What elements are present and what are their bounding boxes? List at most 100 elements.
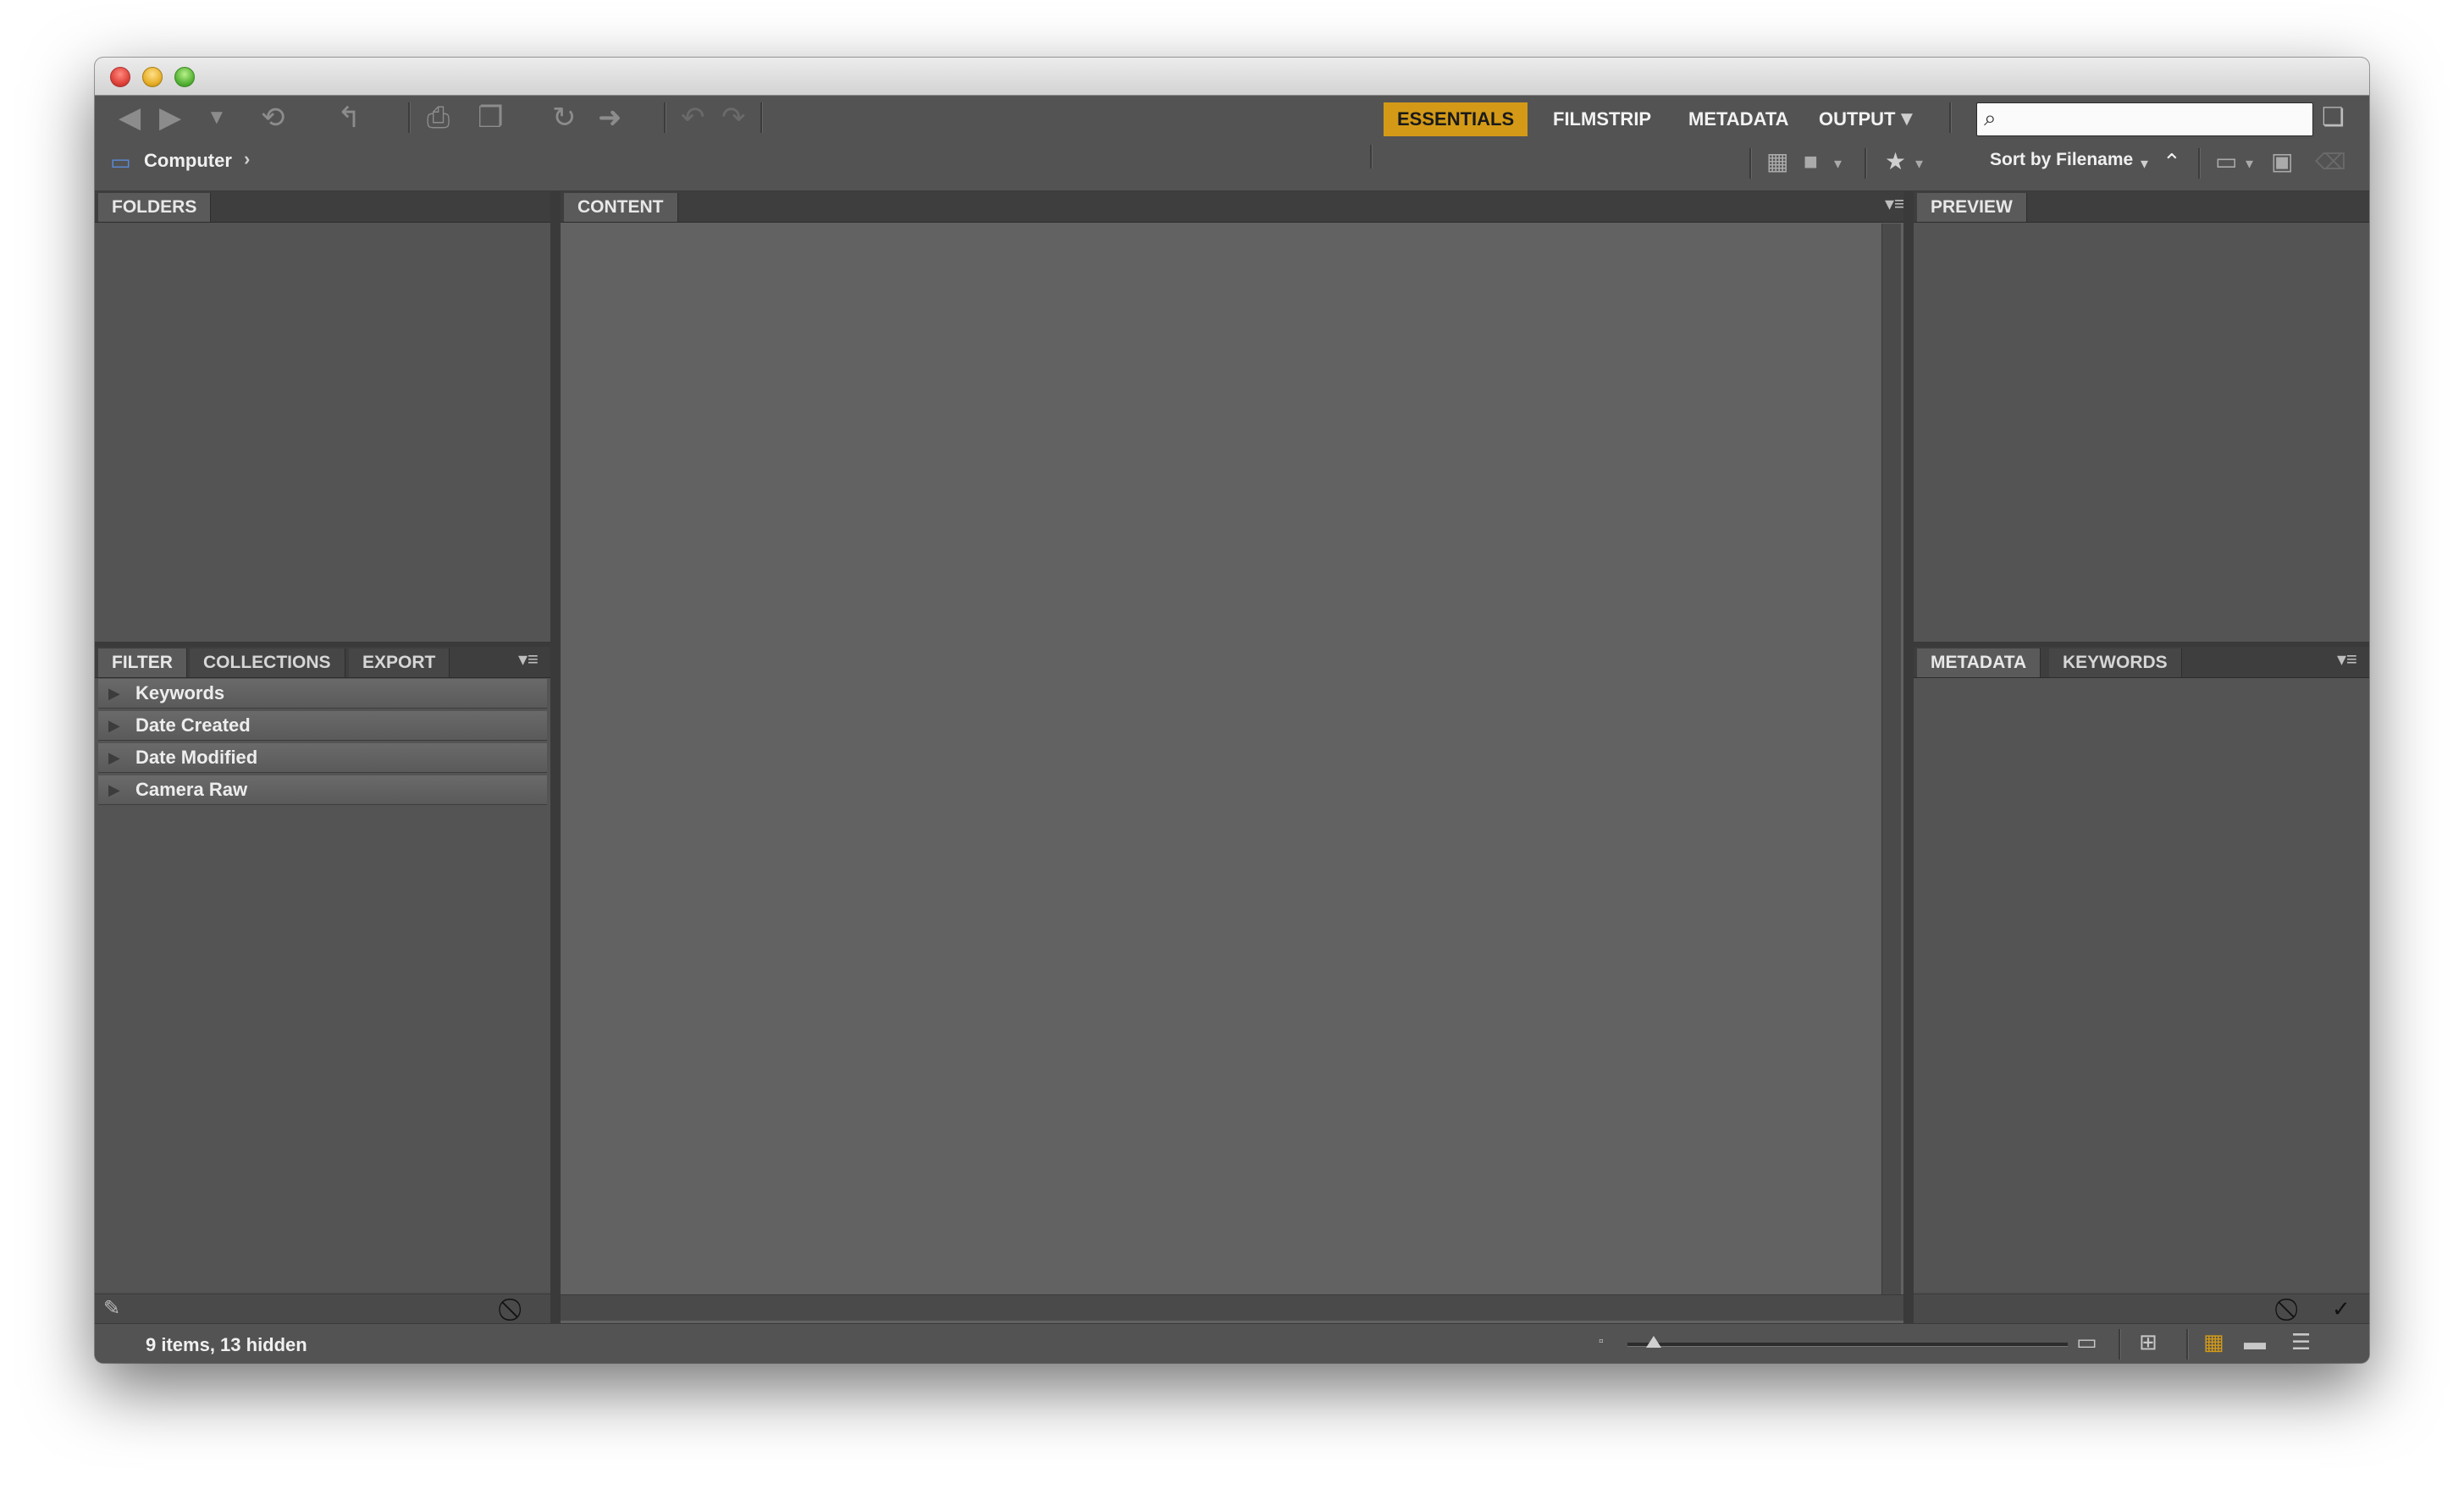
- preview-panel: PREVIEW: [1914, 191, 2369, 642]
- folders-panel: FOLDERS: [95, 191, 550, 642]
- workspace-metadata[interactable]: METADATA: [1675, 102, 1803, 136]
- search-icon: ⌕: [1984, 105, 1997, 130]
- toolbar-separator: [664, 102, 666, 133]
- toolbar-separator: [760, 102, 763, 133]
- compact-mode-icon[interactable]: ❏: [2322, 101, 2345, 135]
- disclosure-triangle-icon[interactable]: ▶: [108, 775, 120, 804]
- status-bar: 9 items, 13 hidden ▫ ▭ ⊞ ▦ ▬ ☰: [95, 1323, 2369, 1363]
- view-options-dropdown-icon[interactable]: ▾: [1834, 146, 1842, 180]
- statusbar-separator: [2186, 1329, 2189, 1360]
- computer-icon: ▭: [110, 149, 131, 174]
- content-vertical-scrollbar[interactable]: [1881, 223, 1901, 1294]
- recent-folder-dropdown-icon[interactable]: ▾: [2246, 146, 2253, 180]
- view-options-icon[interactable]: ■: [1804, 145, 1818, 179]
- content-panel: CONTENT ▾≡: [561, 191, 1915, 1323]
- content-tabbar: CONTENT ▾≡: [561, 191, 1915, 223]
- toolbar-separator: [1749, 148, 1752, 179]
- open-file-icon[interactable]: ➜: [598, 101, 622, 135]
- path-computer[interactable]: Computer: [144, 150, 232, 172]
- app-toolbar: ◀ ▶ ▼ ⟲ ↰ ⎙ ❐ ↻ ➜ ↶ ↷ ESSENTIALS FILMSTR…: [95, 96, 2369, 191]
- metadata-panel-footer: ⃠ ✓: [1914, 1294, 2369, 1323]
- sort-by-filename[interactable]: Sort by Filename: [1990, 150, 2133, 170]
- quality-options-icon[interactable]: ▦: [1766, 145, 1788, 179]
- view-details-icon[interactable]: ▬: [2244, 1329, 2266, 1355]
- filter-row-camera-raw[interactable]: ▶ Camera Raw: [98, 775, 547, 805]
- small-thumbnail-icon[interactable]: ▫: [1599, 1334, 1604, 1349]
- workspace-essentials[interactable]: ESSENTIALS: [1384, 102, 1528, 136]
- forward-arrow-icon[interactable]: ▶: [159, 101, 181, 135]
- workspace-dropdown-icon[interactable]: ▼: [1897, 102, 1917, 136]
- filter-row-date-created[interactable]: ▶ Date Created: [98, 711, 547, 741]
- workspace-filmstrip[interactable]: FILMSTRIP: [1539, 102, 1665, 136]
- filter-label: Keywords: [135, 682, 225, 703]
- toolbar-separator: [2198, 148, 2201, 179]
- filter-label: Date Modified: [135, 747, 258, 768]
- metadata-tabbar: METADATA KEYWORDS ▾≡: [1914, 647, 2369, 678]
- toolbar-separator: [408, 102, 411, 133]
- rotate-icon[interactable]: ↻: [552, 101, 577, 135]
- metadata-panel: METADATA KEYWORDS ▾≡: [1914, 647, 2369, 1292]
- title-bar: [95, 58, 2369, 96]
- rotate-right-icon[interactable]: ↷: [721, 101, 746, 135]
- disclosure-triangle-icon[interactable]: ▶: [108, 679, 120, 708]
- filter-panel-footer: ✎ ⃠: [95, 1294, 550, 1323]
- large-thumbnail-icon[interactable]: ▭: [2076, 1329, 2097, 1355]
- back-arrow-icon[interactable]: ◀: [119, 101, 141, 135]
- right-column-splitter[interactable]: [1903, 191, 1914, 1323]
- filter-label: Date Created: [135, 714, 251, 736]
- delete-icon[interactable]: ⌫: [2315, 145, 2346, 179]
- filter-panel: FILTER COLLECTIONS EXPORT ▾≡ ▶ Keywords …: [95, 647, 550, 1292]
- close-window-button[interactable]: [110, 67, 130, 87]
- camera-download-icon[interactable]: ⎙: [427, 101, 450, 135]
- disclosure-triangle-icon[interactable]: ▶: [108, 711, 120, 740]
- panel-menu-icon[interactable]: ▾≡: [518, 648, 539, 670]
- grid-lock-icon[interactable]: ⊞: [2139, 1329, 2157, 1355]
- open-recent-folder-icon[interactable]: ▭: [2215, 145, 2237, 179]
- thumbnail-size-slider[interactable]: [1627, 1336, 2068, 1348]
- rating-dropdown-icon[interactable]: ▾: [1915, 146, 1923, 180]
- filter-row-keywords[interactable]: ▶ Keywords: [98, 679, 547, 709]
- refine-icon[interactable]: ❐: [478, 101, 503, 135]
- tab-keywords[interactable]: KEYWORDS: [2049, 648, 2182, 677]
- left-column-splitter[interactable]: [550, 191, 561, 1323]
- statusbar-separator: [2119, 1329, 2121, 1360]
- minimize-window-button[interactable]: [142, 67, 163, 87]
- content-horizontal-scrollbar[interactable]: [561, 1294, 1903, 1321]
- sort-dropdown-icon[interactable]: ▾: [2141, 146, 2148, 180]
- star-rating-icon[interactable]: ★: [1885, 145, 1906, 179]
- folders-tabbar: FOLDERS: [95, 191, 550, 223]
- filter-row-date-modified[interactable]: ▶ Date Modified: [98, 743, 547, 773]
- filter-label: Camera Raw: [135, 779, 248, 800]
- bridge-window: ◀ ▶ ▼ ⟲ ↰ ⎙ ❐ ↻ ➜ ↶ ↷ ESSENTIALS FILMSTR…: [95, 58, 2369, 1363]
- tab-export[interactable]: EXPORT: [349, 648, 450, 677]
- search-input[interactable]: ⌕: [1976, 102, 2313, 136]
- pin-icon[interactable]: ✎: [103, 1296, 120, 1321]
- panel-menu-icon[interactable]: ▾≡: [2337, 648, 2357, 670]
- rotate-left-icon[interactable]: ↶: [681, 101, 705, 135]
- tab-collections[interactable]: COLLECTIONS: [190, 648, 345, 677]
- slider-thumb[interactable]: [1646, 1336, 1662, 1348]
- path-separator[interactable]: ›: [244, 148, 250, 170]
- zoom-window-button[interactable]: [174, 67, 195, 87]
- panel-menu-icon[interactable]: ▾≡: [1885, 193, 1905, 215]
- toolbar-separator: [1865, 148, 1867, 179]
- disclosure-triangle-icon[interactable]: ▶: [108, 743, 120, 772]
- preview-tabbar: PREVIEW: [1914, 191, 2369, 223]
- tab-folders[interactable]: FOLDERS: [98, 193, 212, 222]
- tab-filter[interactable]: FILTER: [98, 648, 187, 677]
- workspace-output[interactable]: OUTPUT: [1805, 102, 1909, 136]
- boomerang-icon[interactable]: ↰: [337, 101, 362, 135]
- new-folder-icon[interactable]: ▣: [2271, 145, 2293, 179]
- recent-dropdown-icon[interactable]: ▼: [207, 101, 227, 135]
- return-icon[interactable]: ⟲: [261, 101, 285, 135]
- filter-tabbar: FILTER COLLECTIONS EXPORT ▾≡: [95, 647, 550, 678]
- toolbar-separator: [1949, 102, 1952, 133]
- view-thumbnails-icon[interactable]: ▦: [2203, 1329, 2224, 1355]
- tab-content[interactable]: CONTENT: [564, 193, 678, 222]
- apply-metadata-icon[interactable]: ✓: [2332, 1296, 2351, 1322]
- tab-metadata[interactable]: METADATA: [1917, 648, 2041, 677]
- view-list-icon[interactable]: ☰: [2291, 1329, 2311, 1355]
- workspace-grip: [1370, 145, 1373, 168]
- sort-ascending-icon[interactable]: ⌃: [2163, 145, 2181, 179]
- tab-preview[interactable]: PREVIEW: [1917, 193, 2027, 222]
